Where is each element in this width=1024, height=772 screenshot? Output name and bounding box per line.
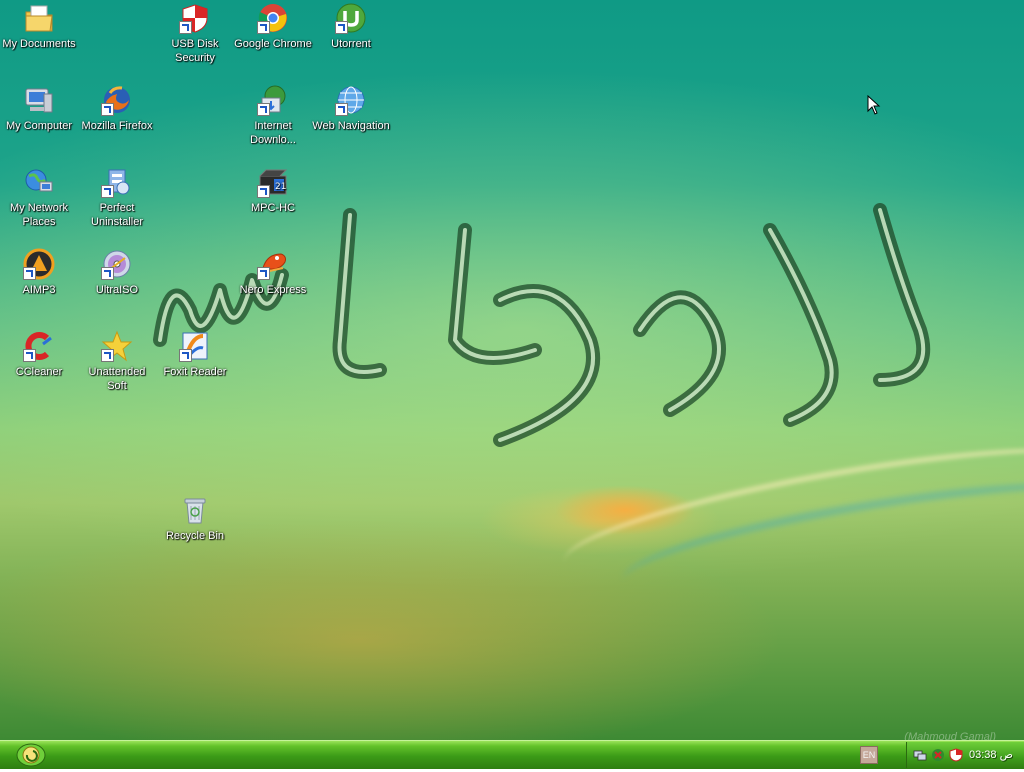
internet-download-manager-icon <box>257 84 289 116</box>
ccleaner-icon <box>23 330 55 362</box>
desktop-icon-foxit-reader[interactable]: Foxit Reader <box>156 330 234 379</box>
desktop-icon-my-computer[interactable]: My Computer <box>0 84 78 133</box>
start-button[interactable] <box>16 743 46 767</box>
shortcut-arrow-icon <box>101 349 114 362</box>
icon-label: Foxit Reader <box>163 366 227 378</box>
shortcut-arrow-icon <box>335 21 348 34</box>
shortcut-arrow-icon <box>23 267 36 280</box>
start-orb-icon <box>16 743 46 767</box>
shortcut-arrow-icon <box>23 349 36 362</box>
idm-tray-icon[interactable] <box>931 748 945 762</box>
desktop-icon-my-network-places[interactable]: My Network Places <box>0 166 78 229</box>
icon-label: Nero Express <box>239 284 307 296</box>
desktop-icon-recycle-bin[interactable]: Recycle Bin <box>156 494 234 543</box>
icon-label: Google Chrome <box>234 38 312 50</box>
firefox-icon <box>101 84 133 116</box>
shortcut-arrow-icon <box>101 267 114 280</box>
taskbar-clock[interactable]: 03:38 ص <box>969 748 1013 761</box>
network-tray-icon[interactable] <box>913 748 927 762</box>
desktop-icon-web-navigation[interactable]: Web Navigation <box>312 84 390 133</box>
icon-label: CCleaner <box>15 366 63 378</box>
shortcut-arrow-icon <box>257 21 270 34</box>
desktop-icon-mpc-hc[interactable]: 21 MPC-HC <box>234 166 312 215</box>
recycle-bin-icon <box>179 494 211 526</box>
icon-label: UltraISO <box>95 284 139 296</box>
icon-label: AIMP3 <box>22 284 56 296</box>
wallpaper-watermark: (Mahmoud Gamal) <box>904 731 996 740</box>
desktop-icon-aimp3[interactable]: AIMP3 <box>0 248 78 297</box>
perfect-uninstaller-icon <box>101 166 133 198</box>
desktop[interactable]: My Documents My Computer My Network Plac… <box>0 0 1024 740</box>
utorrent-icon <box>335 2 367 34</box>
shortcut-arrow-icon <box>257 267 270 280</box>
icon-label: Mozilla Firefox <box>81 120 153 132</box>
icon-label: My Computer <box>5 120 73 132</box>
shortcut-arrow-icon <box>335 103 348 116</box>
system-tray: 03:38 ص <box>906 742 1024 768</box>
shortcut-arrow-icon <box>101 185 114 198</box>
shortcut-arrow-icon <box>179 21 192 34</box>
mouse-cursor-icon <box>867 95 881 115</box>
desktop-icon-perfect-uninstaller[interactable]: Perfect Uninstaller <box>78 166 156 229</box>
icon-label: My Documents <box>2 38 76 50</box>
desktop-icon-my-documents[interactable]: My Documents <box>0 2 78 51</box>
icon-label: USB Disk Security <box>171 38 219 64</box>
taskbar: EN 03:38 ص <box>0 740 1024 769</box>
icon-label: Internet Downlo... <box>250 120 296 146</box>
my-documents-icon <box>23 2 55 34</box>
icon-label: Unattended Soft <box>88 366 146 392</box>
desktop-icon-internet-download-manager[interactable]: Internet Downlo... <box>234 84 312 147</box>
desktop-icon-usb-disk-security[interactable]: USB Disk Security <box>156 2 234 65</box>
desktop-icon-utorrent[interactable]: Utorrent <box>312 2 390 51</box>
desktop-icon-nero-express[interactable]: Nero Express <box>234 248 312 297</box>
shortcut-arrow-icon <box>179 349 192 362</box>
chrome-icon <box>257 2 289 34</box>
aimp3-icon <box>23 248 55 280</box>
shortcut-arrow-icon <box>257 185 270 198</box>
icon-label: Perfect Uninstaller <box>91 202 143 228</box>
language-indicator[interactable]: EN <box>860 746 878 764</box>
icon-label: MPC-HC <box>251 202 295 214</box>
desktop-icon-mozilla-firefox[interactable]: Mozilla Firefox <box>78 84 156 133</box>
icon-label: Recycle Bin <box>165 530 225 542</box>
shortcut-arrow-icon <box>101 103 114 116</box>
wallpaper-swoosh <box>556 422 1024 604</box>
unattended-soft-icon <box>101 330 133 362</box>
desktop-icon-google-chrome[interactable]: Google Chrome <box>234 2 312 51</box>
icon-label: Web Navigation <box>312 120 390 132</box>
shortcut-arrow-icon <box>257 103 270 116</box>
my-network-places-icon <box>23 166 55 198</box>
wallpaper-swoosh <box>617 459 1024 619</box>
mpc-hc-icon: 21 <box>257 166 289 198</box>
my-computer-icon <box>23 84 55 116</box>
desktop-icon-unattended-soft[interactable]: Unattended Soft <box>78 330 156 393</box>
usb-disk-security-icon <box>179 2 211 34</box>
desktop-icon-ultraiso[interactable]: UltraISO <box>78 248 156 297</box>
wallpaper-calligraphy <box>153 203 931 447</box>
desktop-icon-ccleaner[interactable]: CCleaner <box>0 330 78 379</box>
foxit-reader-icon <box>179 330 211 362</box>
usb-security-tray-icon[interactable] <box>949 748 963 762</box>
ultraiso-icon <box>101 248 133 280</box>
web-navigation-icon <box>335 84 367 116</box>
svg-text:21: 21 <box>275 182 286 192</box>
icon-label: My Network Places <box>9 202 69 228</box>
nero-express-icon <box>257 248 289 280</box>
icon-label: Utorrent <box>331 38 371 50</box>
